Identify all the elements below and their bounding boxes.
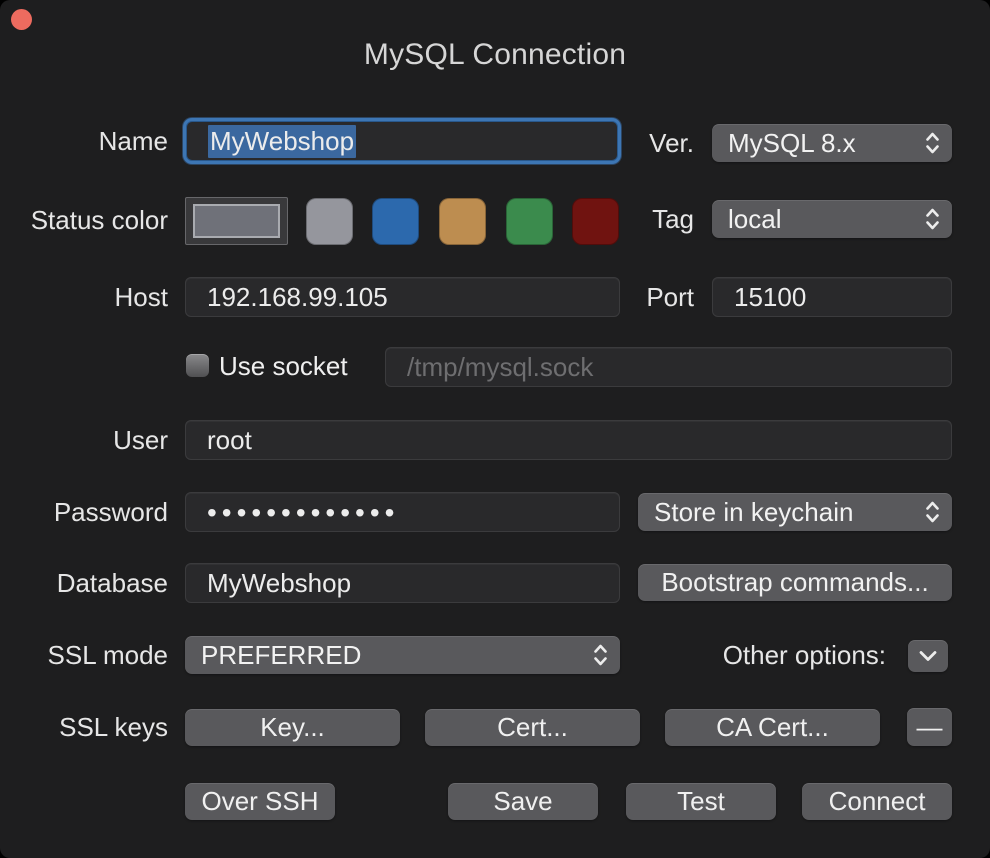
test-button[interactable]: Test — [626, 783, 776, 820]
status-color-label: Status color — [0, 200, 168, 240]
ssl-mode-label: SSL mode — [0, 636, 168, 674]
port-value: 15100 — [734, 282, 806, 313]
user-input[interactable]: root — [185, 420, 952, 460]
password-input[interactable]: ••••••••••••• — [185, 492, 620, 532]
updown-chevron-icon — [924, 499, 941, 526]
ssl-key-button[interactable]: Key... — [185, 709, 400, 746]
chevron-down-icon — [918, 650, 938, 662]
tag-label: Tag — [526, 200, 694, 238]
status-color-well[interactable] — [185, 197, 288, 245]
keychain-dropdown[interactable]: Store in keychain — [638, 493, 952, 531]
use-socket-checkbox[interactable] — [186, 354, 209, 377]
name-label: Name — [0, 121, 168, 161]
tag-dropdown-value: local — [728, 204, 781, 235]
port-input[interactable]: 15100 — [712, 277, 952, 317]
version-dropdown[interactable]: MySQL 8.x — [712, 124, 952, 162]
ssl-cert-button[interactable]: Cert... — [425, 709, 640, 746]
ssl-mode-dropdown-value: PREFERRED — [201, 640, 361, 671]
over-ssh-button[interactable]: Over SSH — [185, 783, 335, 820]
name-value-selected-text: MyWebshop — [208, 125, 356, 158]
updown-chevron-icon — [924, 206, 941, 233]
user-label: User — [0, 420, 168, 460]
connect-button[interactable]: Connect — [802, 783, 952, 820]
updown-chevron-icon — [924, 130, 941, 157]
version-label: Ver. — [526, 124, 694, 162]
password-value: ••••••••••••• — [207, 497, 399, 527]
version-dropdown-value: MySQL 8.x — [728, 128, 856, 159]
socket-path-input[interactable]: /tmp/mysql.sock — [385, 347, 952, 387]
status-swatch-tan[interactable] — [439, 198, 486, 245]
bootstrap-commands-button[interactable]: Bootstrap commands... — [638, 564, 952, 601]
other-options-label: Other options: — [650, 639, 886, 672]
port-label: Port — [526, 277, 694, 317]
tag-dropdown[interactable]: local — [712, 200, 952, 238]
database-input[interactable]: MyWebshop — [185, 563, 620, 603]
ssl-keys-label: SSL keys — [0, 709, 168, 746]
ssl-ca-cert-button[interactable]: CA Cert... — [665, 709, 880, 746]
user-value: root — [207, 425, 252, 456]
mysql-connection-dialog: MySQL Connection Name MyWebshop Ver. MyS… — [0, 0, 990, 858]
other-options-disclosure-button[interactable] — [908, 640, 948, 672]
host-value: 192.168.99.105 — [207, 282, 388, 313]
socket-path-placeholder: /tmp/mysql.sock — [407, 352, 593, 383]
status-swatch-blue[interactable] — [372, 198, 419, 245]
updown-chevron-icon — [592, 642, 609, 669]
close-window-button[interactable] — [11, 9, 32, 30]
dialog-title: MySQL Connection — [0, 38, 990, 72]
database-value: MyWebshop — [207, 568, 351, 599]
ssl-keys-remove-button[interactable]: — — [907, 708, 952, 746]
save-button[interactable]: Save — [448, 783, 598, 820]
host-label: Host — [0, 277, 168, 317]
keychain-dropdown-value: Store in keychain — [654, 497, 853, 528]
status-color-current-swatch — [193, 204, 280, 238]
status-swatch-gray[interactable] — [306, 198, 353, 245]
use-socket-label: Use socket — [219, 351, 348, 382]
ssl-mode-dropdown[interactable]: PREFERRED — [185, 636, 620, 674]
database-label: Database — [0, 563, 168, 603]
password-label: Password — [0, 492, 168, 532]
